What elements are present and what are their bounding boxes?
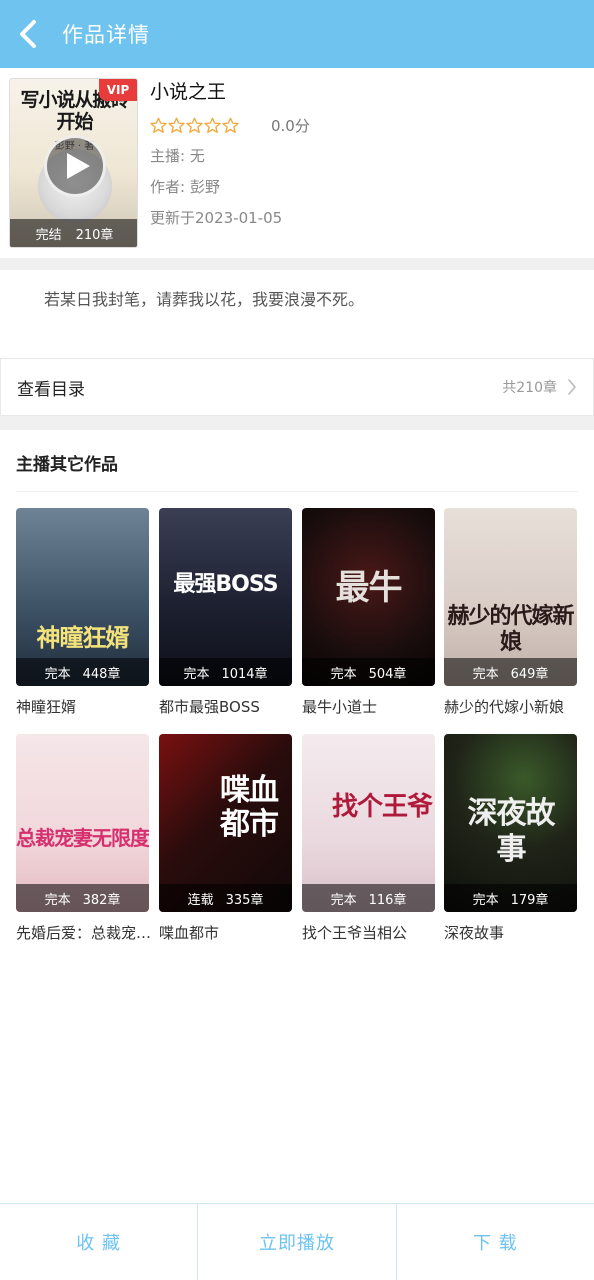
rating-score: 0.0分: [271, 116, 310, 135]
book-thumbnail: 赫少的代嫁新娘 完本 649章: [444, 508, 577, 686]
section-divider: [0, 416, 594, 430]
book-status: 完本: [330, 892, 357, 908]
book-thumbnail: 找个王爷 完本 116章: [302, 734, 435, 912]
book-description: 若某日我封笔，请葬我以花，我要浪漫不死。: [44, 290, 365, 309]
play-button[interactable]: [44, 135, 106, 197]
book-card[interactable]: 喋血都市 连载 335章 喋血都市: [159, 734, 292, 943]
book-meta: 小说之王 0.0分 主播: 无 作者: 彭野 更新于2023-01-05: [150, 78, 580, 229]
section-divider: [0, 258, 594, 270]
book-status: 完结: [35, 227, 62, 243]
book-status: 完本: [44, 666, 71, 682]
other-works-title: 主播其它作品: [16, 455, 118, 475]
book-chapter-count: 448章: [82, 666, 121, 682]
thumb-status-bar: 完本 649章: [444, 658, 577, 686]
star-icon: [150, 117, 167, 133]
book-cover[interactable]: 写小说从搬砖开始 彭野 · 著 VIP 完结 210章: [9, 78, 138, 248]
thumb-status-bar: 连载 335章: [159, 884, 292, 912]
book-status: 完本: [472, 892, 499, 908]
section-line: [16, 491, 578, 492]
book-thumbnail: 深夜故事 完本 179章: [444, 734, 577, 912]
back-button[interactable]: [0, 0, 56, 68]
thumb-cover-text: 最牛: [335, 568, 403, 608]
book-chapter-count: 1014章: [221, 666, 268, 682]
book-thumbnail: 喋血都市 连载 335章: [159, 734, 292, 912]
play-now-button[interactable]: 立即播放: [198, 1204, 397, 1280]
book-card[interactable]: 最强BOSS 完本 1014章 都市最强BOSS: [159, 508, 292, 717]
book-chapter-count: 179章: [510, 892, 549, 908]
book-card[interactable]: 深夜故事 完本 179章 深夜故事: [444, 734, 577, 943]
catalog-count: 共210章: [502, 380, 557, 396]
thumb-cover-text: 找个王爷: [332, 792, 433, 822]
book-name: 最牛小道士: [302, 698, 378, 716]
book-status: 完本: [472, 666, 499, 682]
book-thumbnail: 神瞳狂婿 完本 448章: [16, 508, 149, 686]
thumb-cover-text: 最强BOSS: [173, 572, 278, 597]
download-button[interactable]: 下 载: [397, 1204, 594, 1280]
book-status: 连载: [187, 892, 214, 908]
play-icon: [66, 153, 90, 179]
thumb-cover-text: 深夜故事: [467, 796, 556, 867]
chevron-left-icon: [20, 20, 36, 48]
book-info-section: 写小说从搬砖开始 彭野 · 著 VIP 完结 210章 小说之王 0.0分 主播…: [0, 68, 594, 258]
thumb-cover-text: 神瞳狂婿: [36, 624, 130, 652]
book-name: 赫少的代嫁小新娘: [444, 698, 565, 716]
page-title: 作品详情: [62, 23, 150, 47]
book-name: 喋血都市: [159, 924, 220, 942]
updated-date: 更新于2023-01-05: [150, 209, 283, 227]
host-label: 主播: 无: [150, 147, 205, 165]
book-chapter-count: 649章: [510, 666, 549, 682]
book-name: 都市最强BOSS: [159, 698, 260, 716]
bottom-action-bar: 收 藏 立即播放 下 载: [0, 1203, 594, 1280]
book-status: 完本: [183, 666, 210, 682]
author-label: 作者: 彭野: [150, 178, 220, 196]
book-card[interactable]: 最牛 完本 504章 最牛小道士: [302, 508, 435, 717]
thumb-status-bar: 完本 1014章: [159, 658, 292, 686]
cover-status-bar: 完结 210章: [10, 219, 137, 247]
book-card[interactable]: 总裁宠妻无限度 完本 382章 先婚后爱：总裁宠妻无限度: [16, 734, 152, 943]
book-thumbnail: 最牛 完本 504章: [302, 508, 435, 686]
catalog-right: 共210章: [502, 377, 577, 397]
top-bar: 作品详情: [0, 0, 594, 68]
book-chapter-count: 504章: [368, 666, 407, 682]
star-icon: [186, 117, 203, 133]
catalog-label: 查看目录: [17, 379, 85, 400]
star-icon: [204, 117, 221, 133]
book-chapter-count: 116章: [368, 892, 407, 908]
book-chapter-count: 382章: [82, 892, 121, 908]
rating-stars: [150, 117, 239, 134]
book-thumbnail: 最强BOSS 完本 1014章: [159, 508, 292, 686]
book-card[interactable]: 神瞳狂婿 完本 448章 神瞳狂婿: [16, 508, 149, 717]
thumb-status-bar: 完本 382章: [16, 884, 149, 912]
thumb-cover-text: 总裁宠妻无限度: [16, 826, 149, 850]
book-card[interactable]: 找个王爷 完本 116章 找个王爷当相公: [302, 734, 435, 943]
thumb-cover-text: 赫少的代嫁新娘: [447, 604, 574, 655]
book-title: 小说之王: [150, 81, 227, 103]
star-icon: [168, 117, 185, 133]
thumb-status-bar: 完本 179章: [444, 884, 577, 912]
star-icon: [222, 117, 239, 133]
chevron-right-icon: [568, 379, 576, 395]
book-name: 神瞳狂婿: [16, 698, 77, 716]
thumb-status-bar: 完本 448章: [16, 658, 149, 686]
book-status: 完本: [330, 666, 357, 682]
book-card[interactable]: 赫少的代嫁新娘 完本 649章 赫少的代嫁小新娘: [444, 508, 577, 717]
book-name: 找个王爷当相公: [302, 924, 408, 942]
thumb-status-bar: 完本 116章: [302, 884, 435, 912]
book-chapter-count: 335章: [225, 892, 264, 908]
book-name: 先婚后爱：总裁宠妻无限度: [16, 924, 152, 942]
book-name: 深夜故事: [444, 924, 505, 942]
book-thumbnail: 总裁宠妻无限度 完本 382章: [16, 734, 149, 912]
book-status: 完本: [44, 892, 71, 908]
rating-row: 0.0分: [150, 114, 580, 136]
collect-button[interactable]: 收 藏: [0, 1204, 199, 1280]
view-catalog-row[interactable]: 查看目录 共210章: [0, 358, 594, 416]
thumb-status-bar: 完本 504章: [302, 658, 435, 686]
book-chapter-count: 210章: [75, 227, 114, 243]
thumb-cover-text: 喋血都市: [220, 773, 279, 842]
vip-badge: VIP: [99, 79, 137, 101]
